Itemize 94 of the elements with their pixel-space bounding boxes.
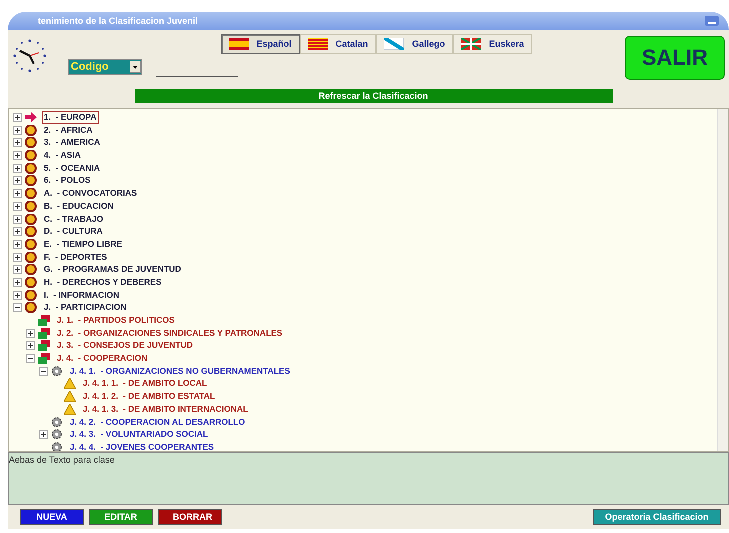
ring-icon <box>25 290 37 301</box>
expander-icon[interactable] <box>13 189 22 198</box>
folder-icon <box>38 328 50 339</box>
flag-icon <box>384 38 404 50</box>
gear-icon <box>51 442 63 452</box>
ring-icon <box>25 137 37 148</box>
tree-item[interactable]: C. - TRABAJO <box>42 212 106 226</box>
tree-item[interactable]: J. - PARTICIPACION <box>42 301 129 314</box>
caret-icon[interactable] <box>130 61 141 74</box>
tree-item[interactable]: J. 3. - CONSEJOS DE JUVENTUD <box>55 339 196 352</box>
clock-icon <box>12 38 48 74</box>
tree-item[interactable]: 6. - POLOS <box>42 174 93 188</box>
tree-item[interactable]: J. 1. - PARTIDOS POLITICOS <box>55 314 177 328</box>
expander-icon[interactable] <box>39 366 48 376</box>
language-tab[interactable]: Gallego <box>376 34 454 54</box>
window-title: tenimiento de la Clasificacion Juvenil <box>38 16 200 26</box>
ring-icon <box>25 226 37 238</box>
warning-icon <box>64 378 76 390</box>
tree-item[interactable]: G. - PROGRAMAS DE JUVENTUD <box>42 263 184 276</box>
flag-icon <box>228 38 249 50</box>
expander-icon[interactable] <box>13 278 22 287</box>
ring-icon <box>25 175 37 186</box>
expander-icon[interactable] <box>13 290 22 300</box>
expander-icon[interactable] <box>13 164 22 173</box>
action-button[interactable]: EDITAR <box>89 509 153 526</box>
tree-item[interactable]: J. 4. 2. - COOPERACION AL DESARROLLO <box>68 416 248 429</box>
gear-icon <box>51 429 63 440</box>
ring-icon <box>25 264 37 276</box>
expander-icon[interactable] <box>26 354 35 364</box>
ring-icon <box>25 276 37 288</box>
tree-item[interactable]: F. - DEPORTES <box>42 250 110 264</box>
expander-icon[interactable] <box>13 126 22 135</box>
ring-icon <box>25 150 37 162</box>
ring-icon <box>25 238 37 250</box>
exit-button[interactable]: SALIR <box>625 36 725 80</box>
ring-icon <box>25 124 37 136</box>
folder-icon <box>38 340 50 352</box>
tree-item[interactable]: I. - INFORMACION <box>42 288 122 302</box>
tree-item[interactable]: J. 4. 1. 3. - DE AMBITO INTERNACIONAL <box>81 402 250 416</box>
expander-icon[interactable] <box>13 138 22 148</box>
flag-icon <box>461 38 482 50</box>
ring-icon <box>25 188 37 200</box>
expander-icon[interactable] <box>13 303 22 312</box>
tree-item[interactable]: 2. - AFRICA <box>42 124 95 137</box>
tree-item[interactable]: J. 2. - ORGANIZACIONES SINDICALES Y PATRONALES <box>55 326 285 340</box>
folder-icon <box>38 315 50 326</box>
tree-item[interactable]: E. - TIEMPO LIBRE <box>42 238 124 251</box>
expander-icon[interactable] <box>13 240 22 249</box>
ring-icon <box>25 162 37 174</box>
tree-item[interactable]: J. 4. 4. - JOVENES COOPERANTES <box>68 440 216 452</box>
minimize-icon[interactable] <box>705 16 719 26</box>
warning-icon <box>64 404 76 415</box>
expander-icon[interactable] <box>13 151 22 160</box>
tree-item[interactable]: 1. - EUROPA <box>42 111 99 124</box>
tree-item[interactable]: 3. - AMERICA <box>42 136 102 150</box>
notes-text: Aebas de Texto para clase <box>9 455 115 466</box>
tree-item[interactable]: 5. - OCEANIA <box>42 162 102 175</box>
language-tab[interactable]: Catalan <box>300 34 376 54</box>
language-tab[interactable]: Euskera <box>453 34 532 54</box>
tree-item[interactable]: J. 4. 1. 2. - DE AMBITO ESTATAL <box>81 390 218 404</box>
notes-area[interactable]: Aebas de Texto para clase <box>8 452 729 506</box>
expander-icon[interactable] <box>13 202 22 211</box>
flag-icon <box>308 38 328 50</box>
warning-icon <box>64 391 76 402</box>
tree-item[interactable]: J. 4. 1. 1. - DE AMBITO LOCAL <box>81 377 210 390</box>
ring-icon <box>25 214 37 225</box>
action-button[interactable]: NUEVA <box>20 509 84 526</box>
tree-item[interactable]: 4. - ASIA <box>42 149 83 162</box>
language-tab[interactable]: Español <box>220 34 300 54</box>
refresh-button[interactable]: Refrescar la Clasificacion <box>134 88 612 103</box>
expander-icon[interactable] <box>13 176 22 186</box>
arrow-icon <box>25 112 37 124</box>
action-button[interactable]: BORRAR <box>158 509 222 526</box>
tree-item[interactable]: J. 4. - COOPERACION <box>55 352 150 366</box>
expander-icon[interactable] <box>13 227 22 236</box>
expander-icon[interactable] <box>13 214 22 224</box>
folder-icon <box>38 353 50 364</box>
expander-icon[interactable] <box>13 252 22 262</box>
ring-icon <box>25 252 37 263</box>
tree-item[interactable]: B. - EDUCACION <box>42 200 116 213</box>
ring-icon <box>25 302 37 314</box>
expander-icon[interactable] <box>13 265 22 274</box>
gear-icon <box>51 416 63 428</box>
tree-item[interactable]: H. - DERECHOS Y DEBERES <box>42 276 164 289</box>
expander-icon[interactable] <box>39 430 48 440</box>
expander-icon[interactable] <box>26 341 35 350</box>
gear-icon <box>51 366 63 377</box>
tree-item[interactable]: D. - CULTURA <box>42 225 105 238</box>
expander-icon[interactable] <box>26 328 35 338</box>
ring-icon <box>25 200 37 212</box>
tree-item[interactable]: J. 4. 3. - VOLUNTARIADO SOCIAL <box>68 428 210 442</box>
tree-item[interactable]: J. 4. 1. - ORGANIZACIONES NO GUBERNAMENTALES <box>68 364 292 378</box>
tree-item[interactable]: A. - CONVOCATORIAS <box>42 187 140 200</box>
expander-icon[interactable] <box>13 113 22 122</box>
